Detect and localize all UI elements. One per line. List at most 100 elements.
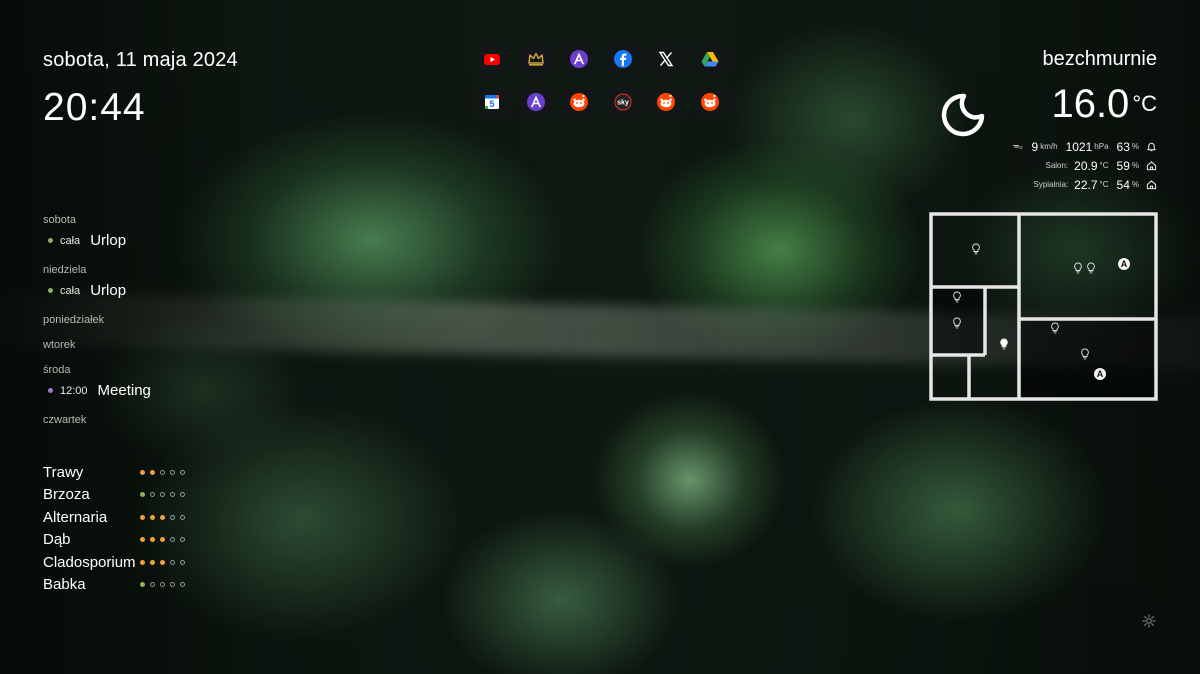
crown-icon	[527, 52, 544, 66]
settings-gear-icon[interactable]	[1142, 614, 1156, 628]
x-icon	[659, 51, 674, 67]
date-label: sobota, 11 maja 2024	[43, 49, 238, 71]
calendar-day: czwartek	[43, 412, 283, 428]
pollen-row: Babka	[43, 574, 243, 597]
light-bulb-icon[interactable]	[1073, 262, 1083, 274]
room-temperature-unit: °C	[1099, 180, 1109, 189]
home-icon	[1146, 161, 1157, 171]
automation-badge[interactable]: A	[1094, 368, 1106, 380]
wind-unit: km/h	[1040, 142, 1058, 151]
calendar-event[interactable]: cała Urlop	[43, 228, 283, 253]
calendar-day: poniedziałek	[43, 312, 283, 328]
pollen-level-dot	[150, 582, 155, 588]
app-shortcut-google-drive[interactable]	[693, 43, 726, 75]
pollen-level-dot	[140, 514, 145, 520]
light-bulb-icon[interactable]	[952, 317, 962, 329]
calendar-color-dot	[48, 238, 53, 243]
facebook-icon	[613, 50, 632, 68]
pollen-level-dot	[170, 582, 175, 588]
pollen-level-dot	[180, 559, 185, 565]
bell-icon	[1147, 142, 1156, 152]
app-shortcut-arc[interactable]	[563, 43, 596, 75]
room-humidity: 54	[1116, 177, 1130, 192]
sky-go-icon: sky	[613, 93, 632, 111]
pollen-row: Alternaria	[43, 506, 243, 529]
automation-badge[interactable]: A	[1118, 258, 1130, 270]
app-shortcut-reddit[interactable]	[650, 86, 683, 118]
room-temperature: 22.7	[1074, 177, 1098, 192]
pollen-name: Babka	[43, 576, 86, 594]
calendar-event[interactable]: 12:00 Meeting	[43, 378, 283, 403]
calendar-day: wtorek	[43, 337, 283, 353]
app-shortcut-reddit[interactable]	[693, 86, 726, 118]
pollen-level-dot	[150, 469, 155, 475]
light-bulb-icon[interactable]	[1086, 262, 1096, 274]
app-shortcut-arc[interactable]	[519, 86, 552, 118]
pollen-level	[140, 469, 190, 475]
pollen-level-dot	[170, 469, 175, 475]
reddit-icon	[700, 93, 719, 111]
pollen-level-dot	[160, 514, 165, 520]
light-bulb-icon[interactable]	[999, 338, 1009, 350]
pollen-forecast: Trawy Brzoza Alternaria Dąb Cladosporium Babk…	[43, 461, 243, 596]
reddit-icon	[570, 93, 589, 111]
light-bulb-icon[interactable]	[971, 243, 981, 255]
google-drive-icon	[701, 52, 719, 67]
app-shortcut-calendar-5[interactable]: 5	[476, 86, 508, 118]
event-title: Urlop	[90, 232, 127, 249]
app-icon-text: 5	[489, 99, 494, 109]
weather-condition: bezchmurnie	[1042, 48, 1157, 70]
room-row-sypialnia: Sypialnia: 22.7 °C 54 %	[957, 175, 1157, 194]
pollen-level-dot	[180, 537, 185, 543]
calendar-color-dot	[48, 388, 53, 393]
room-humidity-unit: %	[1131, 180, 1139, 189]
pollen-row: Cladosporium	[43, 551, 243, 574]
calendar-event[interactable]: cała Urlop	[43, 278, 283, 303]
room-temperature: 20.9	[1074, 158, 1098, 173]
app-shortcut-reddit[interactable]	[563, 86, 596, 118]
weather-metrics: 2 9 km/h 1021 hPa 63 % Salon: 20.9 °C 59…	[957, 137, 1157, 194]
clock: 20:44	[43, 86, 146, 129]
pollen-level-dot	[180, 492, 185, 498]
moon-icon	[941, 93, 985, 137]
pollen-level-dot	[170, 514, 175, 520]
arc-icon	[570, 50, 589, 68]
room-label: Salon:	[1045, 161, 1069, 170]
light-bulb-icon[interactable]	[1050, 322, 1060, 334]
app-shortcut-youtube[interactable]	[476, 43, 508, 75]
humidity-value: 63	[1116, 139, 1130, 154]
event-time: 12:00	[60, 384, 88, 397]
pressure-value: 1021	[1065, 139, 1093, 154]
room-humidity-unit: %	[1131, 161, 1139, 170]
calendar-color-dot	[48, 288, 53, 293]
pollen-level	[140, 537, 190, 543]
calendar-day-name: środa	[43, 364, 71, 376]
pollen-level-dot	[150, 514, 155, 520]
home-icon	[1146, 180, 1157, 190]
app-shortcut-facebook[interactable]	[606, 43, 639, 75]
floor-plan-walls	[929, 212, 1158, 401]
pollen-level-dot	[140, 582, 145, 588]
pollen-level-dot	[140, 537, 145, 543]
app-shortcut-crown[interactable]	[519, 43, 552, 75]
calendar-day-name: niedziela	[43, 264, 87, 276]
arc-icon	[526, 93, 545, 111]
app-shortcuts: 5 sky	[476, 43, 728, 118]
pollen-row: Dąb	[43, 529, 243, 552]
wind-speed: 9	[1031, 139, 1039, 154]
pollen-level-dot	[140, 469, 145, 475]
pollen-level-dot	[170, 559, 175, 565]
light-bulb-icon[interactable]	[1080, 348, 1090, 360]
calendar-day-name: poniedziałek	[43, 314, 105, 326]
app-shortcut-sky-go[interactable]: sky	[606, 86, 639, 118]
wind-direction-icon: 2	[1012, 144, 1023, 150]
pollen-name: Dąb	[43, 531, 71, 549]
pollen-level-dot	[180, 514, 185, 520]
pollen-level-dot	[160, 492, 165, 498]
calendar-5-icon: 5	[485, 95, 499, 109]
pollen-name: Alternaria	[43, 508, 108, 526]
pollen-level-dot	[160, 537, 165, 543]
light-bulb-icon[interactable]	[952, 291, 962, 303]
app-shortcut-x[interactable]	[650, 43, 683, 75]
event-title: Urlop	[90, 282, 127, 299]
